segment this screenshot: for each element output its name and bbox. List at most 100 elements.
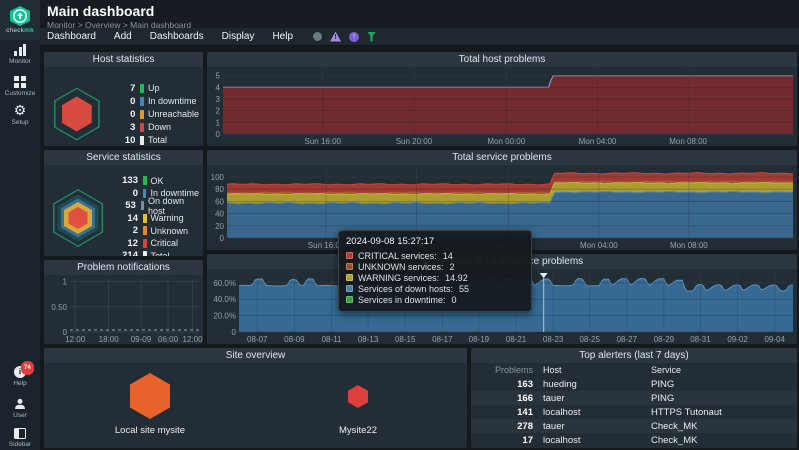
menu-dashboard[interactable]: Dashboard bbox=[47, 31, 96, 42]
sidebar-rail: checkmk Monitor Customize ⚙ Setup i74 He… bbox=[0, 0, 40, 450]
svg-text:08-29: 08-29 bbox=[654, 335, 675, 344]
svg-text:09-02: 09-02 bbox=[727, 335, 748, 344]
tooltip-row-downtime: Services in downtime:0 bbox=[346, 294, 524, 305]
host-stat-unreachable[interactable]: 0Unreachable bbox=[109, 108, 199, 121]
sidebar-item-help[interactable]: i74 Help bbox=[0, 366, 40, 387]
sidebar-toggle-icon bbox=[14, 428, 26, 439]
checkmk-logo[interactable]: checkmk bbox=[0, 0, 40, 40]
menu-help[interactable]: Help bbox=[272, 31, 293, 42]
tooltip-timestamp: 2024-09-08 15:27:17 bbox=[346, 236, 524, 247]
panel-site-overview: Site overview Local site mysite Mysite22 bbox=[44, 348, 467, 448]
table-row[interactable]: 166 tauer PING bbox=[471, 391, 797, 405]
svc-stat-ok[interactable]: 133OK bbox=[112, 174, 199, 187]
sidebar-item-sidebar[interactable]: Sidebar bbox=[0, 428, 40, 448]
svg-text:60.0%: 60.0% bbox=[213, 279, 236, 288]
svc-stat-total[interactable]: 214Total bbox=[112, 249, 199, 256]
warning-icon[interactable]: ! bbox=[330, 32, 341, 42]
host-stat-down[interactable]: 3Down bbox=[109, 121, 199, 134]
checkmk-update-icon[interactable]: ↑ bbox=[349, 32, 359, 42]
service-hexagon[interactable] bbox=[44, 165, 112, 256]
svg-text:100: 100 bbox=[211, 173, 225, 182]
sidebar-item-monitor[interactable]: Monitor bbox=[0, 44, 40, 65]
svc-stat-warning[interactable]: 14Warning bbox=[112, 212, 199, 225]
svg-text:Sun 20:00: Sun 20:00 bbox=[396, 137, 433, 146]
menubar: Dashboard Add Dashboards Display Help ! … bbox=[40, 28, 799, 46]
table-row[interactable]: 17 localhost Check_MK bbox=[471, 433, 797, 447]
menu-display[interactable]: Display bbox=[222, 31, 255, 42]
bar-chart-icon bbox=[14, 44, 26, 56]
svg-text:4: 4 bbox=[216, 83, 221, 92]
svg-text:08-11: 08-11 bbox=[322, 335, 342, 344]
panel-problem-notifications: Problem notifications 00.50112:0018:0009… bbox=[44, 260, 203, 344]
gear-icon: ⚙ bbox=[14, 104, 27, 117]
site-local-mysite[interactable]: Local site mysite bbox=[110, 373, 190, 436]
table-row[interactable]: 163 hueding PING bbox=[471, 377, 797, 391]
info-icon: i74 bbox=[14, 366, 26, 378]
panel-host-statistics: Host statistics 7Up 0In downtime 0Unreac… bbox=[44, 52, 203, 146]
svg-text:3: 3 bbox=[216, 95, 221, 104]
svg-text:Sun 16:00: Sun 16:00 bbox=[305, 137, 342, 146]
sidebar-item-setup[interactable]: ⚙ Setup bbox=[0, 104, 40, 126]
panel-title: Problem notifications bbox=[44, 260, 203, 275]
svg-text:06:00: 06:00 bbox=[158, 335, 179, 344]
svc-stat-ondownhost[interactable]: 53On down host bbox=[112, 199, 199, 212]
host-stat-downtime[interactable]: 0In downtime bbox=[109, 95, 199, 108]
svg-text:09-04: 09-04 bbox=[764, 335, 785, 344]
svg-text:40.0%: 40.0% bbox=[213, 295, 236, 304]
host-stat-up[interactable]: 7Up bbox=[109, 82, 199, 95]
sidebar-item-user[interactable]: User bbox=[0, 398, 40, 419]
menubar-icons: ! ↑ bbox=[313, 32, 376, 42]
svg-text:08-15: 08-15 bbox=[395, 335, 416, 344]
svg-text:1: 1 bbox=[216, 118, 221, 127]
tooltip-row-unknown: UNKNOWN services:2 bbox=[346, 261, 524, 272]
svg-text:08-31: 08-31 bbox=[690, 335, 711, 344]
panel-total-host-problems: Total host problems 012345Sun 16:00Sun 2… bbox=[207, 52, 797, 146]
svg-text:0: 0 bbox=[232, 328, 237, 337]
total-host-problems-chart[interactable]: 012345Sun 16:00Sun 20:00Mon 00:00Mon 04:… bbox=[207, 67, 797, 146]
chart-tooltip: 2024-09-08 15:27:17 CRITICAL services:14… bbox=[338, 230, 532, 312]
panel-title: Service statistics bbox=[44, 150, 203, 165]
svg-text:08-17: 08-17 bbox=[432, 335, 453, 344]
svc-stat-critical[interactable]: 12Critical bbox=[112, 237, 199, 250]
panel-title: Total service problems bbox=[207, 150, 797, 165]
site-mysite22[interactable]: Mysite22 bbox=[318, 385, 398, 436]
table-row[interactable]: 278 tauer Check_MK bbox=[471, 419, 797, 433]
svg-text:5: 5 bbox=[216, 72, 221, 81]
sphere-icon[interactable] bbox=[313, 32, 322, 41]
svg-text:0: 0 bbox=[216, 130, 221, 139]
site-hexagon-icon bbox=[348, 385, 368, 408]
svg-text:08-21: 08-21 bbox=[506, 335, 527, 344]
svg-text:08-27: 08-27 bbox=[617, 335, 638, 344]
svg-text:Mon 04:00: Mon 04:00 bbox=[579, 137, 617, 146]
problem-notifications-chart[interactable]: 00.50112:0018:0009-0906:0012:00 bbox=[44, 275, 203, 344]
sidebar-item-customize[interactable]: Customize bbox=[0, 76, 40, 97]
svg-text:0.50: 0.50 bbox=[51, 303, 67, 312]
svg-text:Mon 08:00: Mon 08:00 bbox=[670, 241, 708, 250]
filter-icon[interactable] bbox=[367, 32, 376, 42]
svc-stat-unknown[interactable]: 2Unknown bbox=[112, 224, 199, 237]
tooltip-row-downhosts: Services of down hosts:55 bbox=[346, 283, 524, 294]
menu-add[interactable]: Add bbox=[114, 31, 132, 42]
menu-dashboards[interactable]: Dashboards bbox=[150, 31, 204, 42]
svg-text:12:00: 12:00 bbox=[183, 335, 203, 344]
checkmk-logo-text: checkmk bbox=[6, 27, 34, 34]
checkmk-dashboard: checkmk Monitor Customize ⚙ Setup i74 He… bbox=[0, 0, 799, 450]
grid-icon bbox=[14, 76, 26, 88]
svg-text:0: 0 bbox=[220, 234, 225, 243]
svg-text:20.0%: 20.0% bbox=[213, 312, 236, 321]
svg-text:1: 1 bbox=[63, 278, 68, 287]
panel-title: Top alerters (last 7 days) bbox=[471, 348, 797, 363]
svg-text:08-09: 08-09 bbox=[284, 335, 305, 344]
svg-text:08-07: 08-07 bbox=[247, 335, 268, 344]
panel-title: Site overview bbox=[44, 348, 467, 363]
table-header: Problems Host Service bbox=[471, 363, 797, 377]
panel-title: Total host problems bbox=[207, 52, 797, 67]
panel-top-alerters: Top alerters (last 7 days) Problems Host… bbox=[471, 348, 797, 448]
svg-text:08-23: 08-23 bbox=[543, 335, 564, 344]
table-row[interactable]: 141 localhost HTTPS Tutonaut bbox=[471, 405, 797, 419]
tooltip-row-critical: CRITICAL services:14 bbox=[346, 250, 524, 261]
panel-service-statistics: Service statistics 133OK 0In downtime 53… bbox=[44, 150, 203, 256]
host-hexagon[interactable] bbox=[44, 67, 109, 146]
svg-text:20: 20 bbox=[215, 222, 224, 231]
host-stat-total[interactable]: 10Total bbox=[109, 134, 199, 147]
